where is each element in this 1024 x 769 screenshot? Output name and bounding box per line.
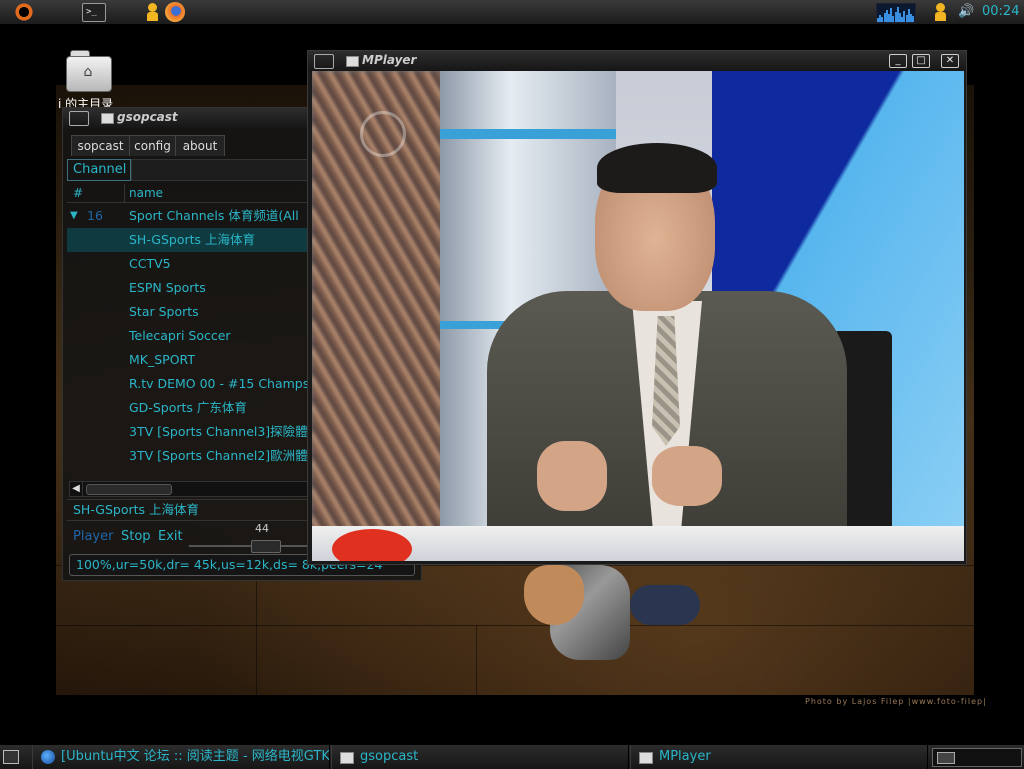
player-button[interactable]: Player bbox=[73, 529, 113, 544]
channel-name: Star Sports bbox=[129, 304, 199, 319]
workspace-switcher[interactable] bbox=[932, 748, 1022, 767]
channel-tab[interactable]: Channel bbox=[67, 159, 131, 181]
pidgin-tray-head-shape bbox=[936, 3, 945, 12]
scrollbar-thumb[interactable] bbox=[86, 484, 172, 495]
home-folder-icon[interactable]: ⌂ bbox=[66, 50, 112, 92]
minimize-button[interactable]: _ bbox=[889, 54, 907, 68]
taskbar-item-label: [Ubuntu中文 论坛 :: 阅读主题 - 网络电视GTK bbox=[61, 749, 330, 764]
window-menu-button[interactable] bbox=[69, 111, 89, 126]
column-header-number[interactable]: # bbox=[73, 186, 83, 200]
firefox-launcher-icon[interactable] bbox=[165, 2, 185, 22]
channel-name: CCTV5 bbox=[129, 256, 171, 271]
wallpaper-knee bbox=[524, 565, 584, 625]
workspace-window-thumbnail bbox=[937, 752, 955, 764]
photo-credit: Photo by Lajos Filep |www.foto-filep| bbox=[805, 697, 987, 706]
pidgin-tray-icon[interactable] bbox=[931, 2, 951, 22]
window-icon bbox=[346, 56, 359, 67]
scroll-left-icon[interactable]: ◀ bbox=[70, 482, 83, 496]
volume-value: 44 bbox=[255, 522, 269, 535]
terminal-launcher-icon[interactable]: >_ bbox=[82, 3, 106, 22]
group-name: Sport Channels 体育频道(All bbox=[129, 208, 299, 223]
stop-button[interactable]: Stop bbox=[121, 529, 151, 544]
studio-pillar-band bbox=[440, 129, 616, 139]
floor-line bbox=[256, 565, 257, 695]
maximize-button[interactable]: □ bbox=[912, 54, 930, 68]
taskbar-item-browser[interactable]: [Ubuntu中文 论坛 :: 阅读主题 - 网络电视GTK bbox=[32, 745, 330, 769]
group-number: 16 bbox=[87, 208, 103, 223]
window-title: gsopcast bbox=[117, 110, 178, 124]
volume-icon[interactable]: 🔊 bbox=[958, 2, 978, 22]
window-icon bbox=[340, 752, 354, 764]
system-monitor-graph[interactable] bbox=[876, 3, 916, 23]
clock[interactable]: 00:24 bbox=[982, 4, 1019, 19]
pidgin-tray-body-shape bbox=[935, 12, 946, 21]
channel-name: MK_SPORT bbox=[129, 352, 195, 367]
mplayer-titlebar[interactable]: MPlayer _ □ ✕ bbox=[308, 51, 966, 71]
tab-config[interactable]: config bbox=[129, 135, 176, 156]
channel-name: SH-GSports 上海体育 bbox=[129, 232, 256, 247]
column-header-name[interactable]: name bbox=[129, 186, 163, 200]
anchor-hand bbox=[652, 446, 722, 506]
ubuntu-menu-icon[interactable] bbox=[14, 2, 34, 22]
channel-name: ESPN Sports bbox=[129, 280, 206, 295]
taskbar-item-mplayer[interactable]: MPlayer bbox=[630, 745, 928, 769]
mplayer-window: MPlayer _ □ ✕ bbox=[307, 50, 967, 565]
taskbar-item-label: MPlayer bbox=[659, 749, 711, 764]
desk-red-disc bbox=[332, 529, 412, 561]
globe-icon bbox=[41, 750, 55, 764]
anchor-hair bbox=[597, 143, 717, 193]
floor-line bbox=[56, 625, 974, 626]
expander-arrow-icon[interactable]: ▼ bbox=[70, 204, 78, 228]
show-desktop-button[interactable] bbox=[3, 750, 19, 764]
house-icon: ⌂ bbox=[83, 64, 93, 80]
pidgin-launcher-icon[interactable] bbox=[143, 2, 163, 22]
channel-name: 3TV [Sports Channel2]歐洲體 bbox=[129, 448, 308, 463]
column-divider bbox=[124, 184, 125, 202]
pidgin-head-shape bbox=[148, 3, 157, 12]
pidgin-body-shape bbox=[147, 12, 158, 21]
taskbar-item-gsopcast[interactable]: gsopcast bbox=[331, 745, 629, 769]
channel-name: R.tv DEMO 00 - #15 Champs bbox=[129, 376, 310, 391]
bottom-panel: [Ubuntu中文 论坛 :: 阅读主题 - 网络电视GTK gsopcast … bbox=[0, 744, 1024, 769]
wallpaper-shoe bbox=[630, 585, 700, 625]
tab-sopcast[interactable]: sopcast bbox=[71, 135, 130, 156]
window-menu-button[interactable] bbox=[314, 54, 334, 69]
tab-about[interactable]: about bbox=[175, 135, 225, 156]
window-title: MPlayer bbox=[362, 53, 417, 67]
window-icon bbox=[639, 752, 653, 764]
taskbar-item-label: gsopcast bbox=[360, 749, 419, 764]
window-icon bbox=[101, 113, 114, 124]
channel-name: 3TV [Sports Channel3]探險體 bbox=[129, 424, 308, 439]
volume-slider-knob[interactable] bbox=[251, 540, 281, 553]
video-frame[interactable] bbox=[312, 71, 964, 561]
exit-button[interactable]: Exit bbox=[158, 529, 183, 544]
channel-logo-watermark bbox=[360, 111, 406, 157]
anchor-hand bbox=[537, 441, 607, 511]
wallpaper-figure bbox=[520, 565, 700, 665]
close-button[interactable]: ✕ bbox=[941, 54, 959, 68]
floor-line bbox=[476, 625, 477, 695]
channel-name: Telecapri Soccer bbox=[129, 328, 231, 343]
channel-name: GD-Sports 广东体育 bbox=[129, 400, 247, 415]
top-panel: >_ 🔊 00:24 bbox=[0, 0, 1024, 25]
system-monitor-bar bbox=[912, 16, 915, 22]
